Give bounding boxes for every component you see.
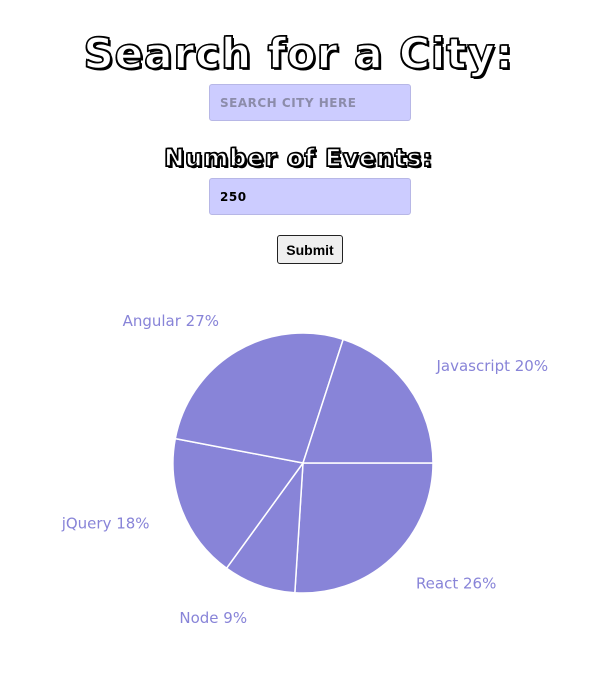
submit-button[interactable]: Submit — [277, 235, 343, 264]
number-of-events-input[interactable] — [209, 178, 411, 215]
events-pie-chart: React 26% Node 9% jQuery 18% Angular 27% Jav… — [61, 312, 548, 627]
pie-slice-react[interactable] — [294, 462, 434, 594]
search-city-heading: Search for a City: — [83, 29, 514, 79]
pie-label-angular: Angular 27% — [123, 312, 219, 330]
number-of-events-heading: Number of Events: — [163, 143, 433, 173]
search-city-input[interactable] — [209, 84, 411, 121]
pie-label-javascript: Javascript 20% — [435, 357, 548, 375]
pie-label-react: React 26% — [416, 574, 496, 592]
pie-label-jquery: jQuery 18% — [61, 515, 150, 533]
pie-label-node: Node 9% — [179, 609, 247, 627]
